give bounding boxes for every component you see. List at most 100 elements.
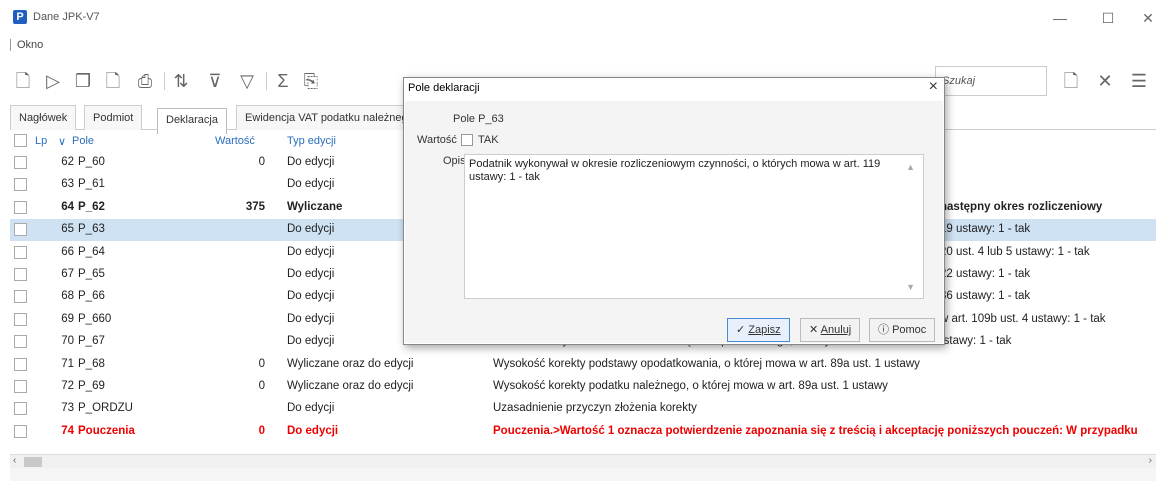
document-icon[interactable]: 🗋 — [1060, 69, 1082, 93]
chevron-down-icon[interactable]: ∨ — [58, 135, 66, 148]
tab-podmiot[interactable]: Podmiot — [84, 105, 143, 130]
cancel-icon[interactable]: ✕ — [1094, 69, 1116, 93]
row-checkbox[interactable] — [14, 312, 27, 326]
row-checkbox[interactable] — [14, 223, 27, 237]
cell-typ-edycji: Wyliczane oraz do edycji — [287, 380, 414, 392]
check-icon: ✓ — [736, 324, 746, 336]
cell-lp: 71 — [61, 357, 74, 370]
row-checkbox[interactable] — [14, 424, 27, 438]
cell-typ-edycji: Wyliczane oraz do edycji — [287, 357, 414, 370]
row-checkbox[interactable] — [14, 335, 27, 349]
tab-ewidencja-vat[interactable]: Ewidencja VAT podatku należneg — [236, 105, 417, 130]
filter-icon[interactable]: ▽ — [236, 69, 258, 93]
cell-lp: 66 — [61, 245, 74, 258]
cell-pole: P_66 — [78, 290, 105, 303]
cell-wartosc: 0 — [258, 424, 265, 437]
cell-typ-edycji: Do edycji — [287, 156, 335, 168]
app-logo: P — [13, 10, 27, 24]
opis-text: Podatnik wykonywał w okresie rozliczenio… — [469, 158, 881, 183]
cell-opis: następny okres rozliczeniowy — [940, 200, 1103, 213]
close-button[interactable]: ✕ — [1138, 10, 1156, 27]
export-icon[interactable]: ⎘ — [300, 69, 322, 93]
minimize-button[interactable]: — — [1050, 10, 1070, 26]
print-icon[interactable]: ⎙ — [134, 69, 156, 93]
row-checkbox[interactable] — [14, 178, 27, 192]
table-row[interactable]: 74 Pouczenia 0 Do edycji Pouczenia.>Wartość … — [10, 421, 1156, 443]
cell-typ-edycji: Do edycji — [287, 424, 339, 437]
cell-typ-edycji: Do edycji — [287, 223, 335, 236]
select-all-checkbox[interactable] — [14, 134, 27, 147]
cell-typ-edycji: Do edycji — [287, 335, 335, 348]
scroll-down-icon[interactable]: ▼ — [906, 281, 915, 294]
row-checkbox[interactable] — [14, 380, 27, 393]
opis-textarea[interactable]: Podatnik wykonywał w okresie rozliczenio… — [464, 154, 924, 299]
cell-typ-edycji: Do edycji — [287, 290, 335, 303]
help-button[interactable]: ⓘ Pomoc — [869, 318, 936, 342]
cell-typ-edycji: Do edycji — [287, 312, 335, 325]
tab-naglowek[interactable]: Nagłówek — [10, 105, 77, 130]
cell-lp: 73 — [61, 402, 74, 415]
help-icon: ⓘ — [878, 324, 889, 336]
table-row[interactable]: 72 P_69 0 Wyliczane oraz do edycji Wysokość … — [10, 376, 1156, 398]
header-typ-edycji[interactable]: Typ edycji — [287, 135, 336, 147]
cell-wartosc: 0 — [258, 156, 265, 168]
close-icon: ✕ — [809, 324, 819, 336]
new-document-icon[interactable]: 🗋 — [12, 69, 34, 93]
sort-az-icon[interactable]: ⇅ — [170, 69, 192, 93]
dialog-title: Pole deklaracji — [408, 82, 480, 94]
cell-pole: P_67 — [78, 335, 105, 348]
cell-lp: 68 — [61, 290, 74, 303]
maximize-button[interactable]: ☐ — [1098, 10, 1118, 27]
delete-document-icon[interactable]: 🗋 — [102, 69, 124, 93]
row-checkbox[interactable] — [14, 156, 27, 169]
dialog-close-icon[interactable]: × — [929, 78, 938, 96]
search-placeholder: Szukaj — [942, 75, 976, 87]
row-checkbox[interactable] — [14, 200, 27, 214]
filter-clear-icon[interactable]: ⊽ — [204, 69, 226, 93]
cell-pole: P_69 — [78, 380, 105, 392]
row-checkbox[interactable] — [14, 268, 27, 281]
row-checkbox[interactable] — [14, 290, 27, 304]
open-document-icon[interactable]: ▷ — [42, 69, 64, 93]
cell-lp: 62 — [61, 156, 74, 168]
save-button[interactable]: ✓ Zapisz — [727, 318, 790, 342]
app-window: P Dane JPK-V7 — ☐ ✕ Okno 🗋 ▷ ❐ 🗋 ⎙ ⇅ ⊽ ▽… — [0, 0, 1156, 481]
row-checkbox[interactable] — [14, 357, 27, 371]
copy-document-icon[interactable]: ❐ — [72, 69, 94, 93]
scroll-left-icon[interactable]: ‹ — [13, 455, 16, 466]
cell-typ-edycji: Do edycji — [287, 402, 335, 415]
cell-typ-edycji: Do edycji — [287, 245, 335, 258]
toolbar-separator — [266, 72, 267, 90]
menu-icon[interactable]: ☰ — [1128, 69, 1150, 93]
row-checkbox[interactable] — [14, 402, 27, 416]
sum-icon[interactable]: Σ — [272, 69, 294, 93]
cell-pole: Pouczenia — [78, 424, 135, 437]
table-row[interactable]: 73 P_ORDZU Do edycji Uzasadnienie przyczyn … — [10, 398, 1156, 420]
search-input[interactable]: Szukaj — [935, 66, 1047, 96]
scrollbar-thumb[interactable] — [24, 457, 42, 467]
cancel-button[interactable]: ✕ Anuluj — [800, 318, 861, 342]
scroll-up-icon[interactable]: ▲ — [906, 161, 915, 174]
cell-opis: 19 ustawy: 1 - tak — [940, 223, 1031, 236]
cell-typ-edycji: Wyliczane — [287, 200, 343, 213]
menu-item-okno[interactable]: Okno — [17, 39, 43, 51]
header-wartosc[interactable]: Wartość — [215, 135, 255, 147]
scroll-right-icon[interactable]: › — [1149, 455, 1152, 466]
horizontal-scrollbar[interactable]: ‹ › — [10, 454, 1156, 468]
menu-bar: Okno — [10, 39, 43, 57]
header-pole[interactable]: Pole — [72, 135, 94, 147]
wartosc-checkbox[interactable] — [461, 134, 473, 146]
cell-typ-edycji: Do edycji — [287, 268, 335, 280]
opis-label: Opis — [443, 155, 466, 167]
cell-lp: 67 — [61, 268, 74, 280]
cell-lp: 63 — [61, 178, 74, 191]
row-checkbox[interactable] — [14, 245, 27, 259]
cell-wartosc: 0 — [258, 357, 265, 370]
cell-opis: 20 ust. 4 lub 5 ustawy: 1 - tak — [940, 245, 1090, 258]
wartosc-checkbox-label[interactable]: TAK — [478, 134, 499, 146]
cell-wartosc: 0 — [258, 380, 265, 392]
cell-lp: 64 — [61, 200, 74, 213]
table-row[interactable]: 71 P_68 0 Wyliczane oraz do edycji Wysokość … — [10, 354, 1156, 376]
cell-lp: 72 — [61, 380, 74, 392]
header-lp[interactable]: Lp — [35, 135, 47, 147]
